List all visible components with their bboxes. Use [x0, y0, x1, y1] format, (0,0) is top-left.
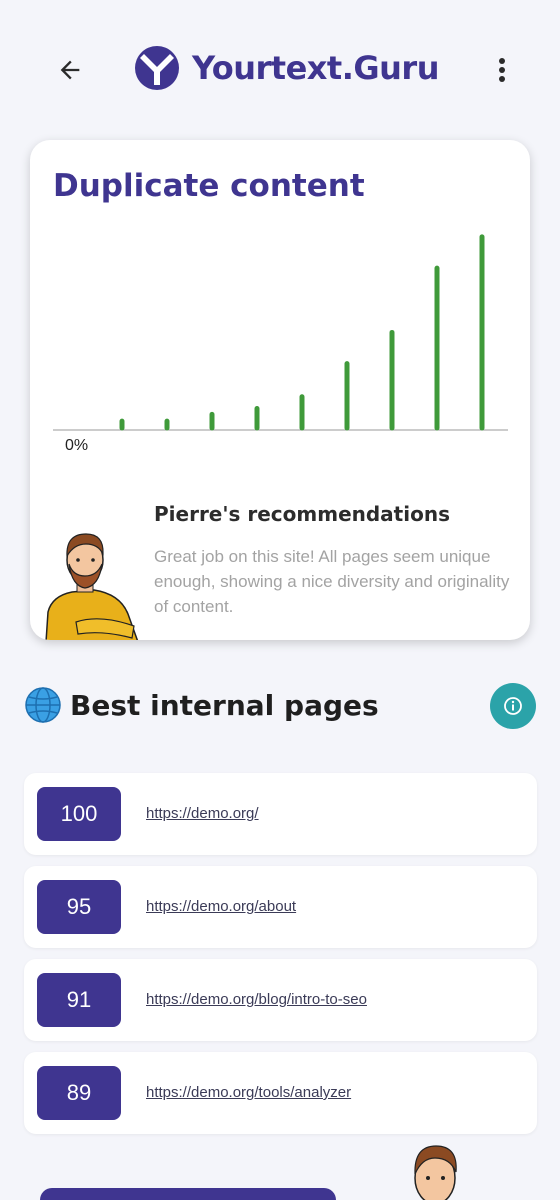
logo-icon	[135, 46, 179, 90]
pierre-avatar-small	[414, 1145, 457, 1200]
page-score: 89	[37, 1066, 121, 1120]
page-row[interactable]: 95 https://demo.org/about	[24, 866, 537, 948]
baseline-label: 0%	[65, 437, 88, 454]
page-row[interactable]: 91 https://demo.org/blog/intro-to-seo	[24, 959, 537, 1041]
page-url-link[interactable]: https://demo.org/blog/intro-to-seo	[146, 991, 367, 1008]
page-row[interactable]: 100 https://demo.org/	[24, 773, 537, 855]
arrow-left-icon	[60, 60, 80, 80]
best-pages-title: Best internal pages	[70, 688, 379, 722]
back-button[interactable]	[50, 50, 90, 90]
duplicate-content-chart: 0%	[53, 234, 508, 454]
recommendations-text: Great job on this site! All pages seem u…	[154, 547, 510, 616]
info-icon	[504, 697, 522, 715]
duplicate-content-card: Duplicate content 0% Pierre's recommenda…	[30, 140, 530, 640]
page-url-link[interactable]: https://demo.org/about	[146, 898, 296, 915]
brand-logo[interactable]: Yourtext.Guru	[134, 44, 439, 92]
page-url-link[interactable]: https://demo.org/tools/analyzer	[146, 1084, 351, 1101]
page-score: 91	[37, 973, 121, 1027]
bottom-card-edge	[40, 1188, 336, 1200]
page-score: 95	[37, 880, 121, 934]
app-header: Yourtext.Guru	[0, 0, 560, 140]
page-score: 100	[37, 787, 121, 841]
page-row[interactable]: 89 https://demo.org/tools/analyzer	[24, 1052, 537, 1134]
brand-name: Yourtext.Guru	[192, 49, 439, 87]
pierre-avatar	[45, 533, 139, 640]
globe-icon	[25, 687, 61, 723]
more-menu-button[interactable]	[486, 50, 518, 90]
info-button[interactable]	[490, 683, 536, 729]
more-vert-icon	[499, 58, 505, 82]
best-pages-header: Best internal pages	[24, 684, 379, 726]
page-url-link[interactable]: https://demo.org/	[146, 805, 259, 822]
recommendations-title: Pierre's recommendations	[154, 502, 450, 526]
